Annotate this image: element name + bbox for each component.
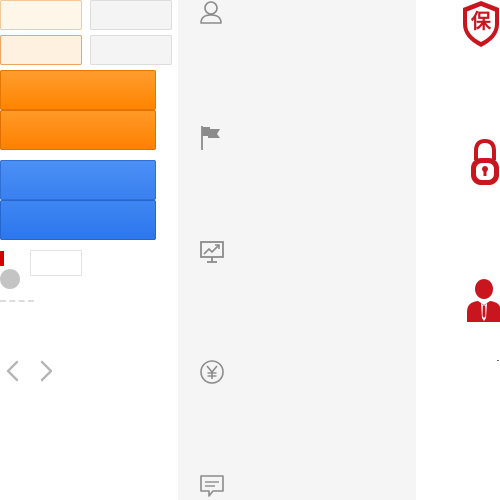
button-blue-normal[interactable] [0, 160, 156, 200]
yen-circle-icon [200, 360, 224, 384]
padlock-icon [471, 138, 499, 185]
tiny-mark [497, 360, 499, 361]
shield-guarantee-icon: 保 [460, 0, 500, 50]
button-gray-normal[interactable] [90, 0, 172, 30]
button-orange-hover[interactable] [0, 110, 156, 150]
monitor-chart-icon [200, 241, 224, 263]
button-orange-normal[interactable] [0, 70, 156, 110]
user-icon [200, 1, 222, 24]
button-light-normal[interactable] [0, 0, 82, 30]
button-gray-hover[interactable] [90, 35, 172, 65]
small-input-box[interactable] [30, 250, 82, 276]
dashed-divider [0, 300, 34, 302]
button-light-hover[interactable] [0, 35, 82, 65]
chevron-right-icon[interactable] [34, 358, 58, 384]
button-blue-hover[interactable] [0, 200, 156, 240]
flag-icon [201, 126, 220, 150]
gray-dot [0, 269, 20, 289]
comment-icon [200, 475, 224, 497]
user-tie-icon [467, 279, 500, 322]
shield-text: 保 [471, 9, 491, 33]
chevron-left-icon[interactable] [2, 358, 26, 384]
red-marker [0, 251, 4, 266]
